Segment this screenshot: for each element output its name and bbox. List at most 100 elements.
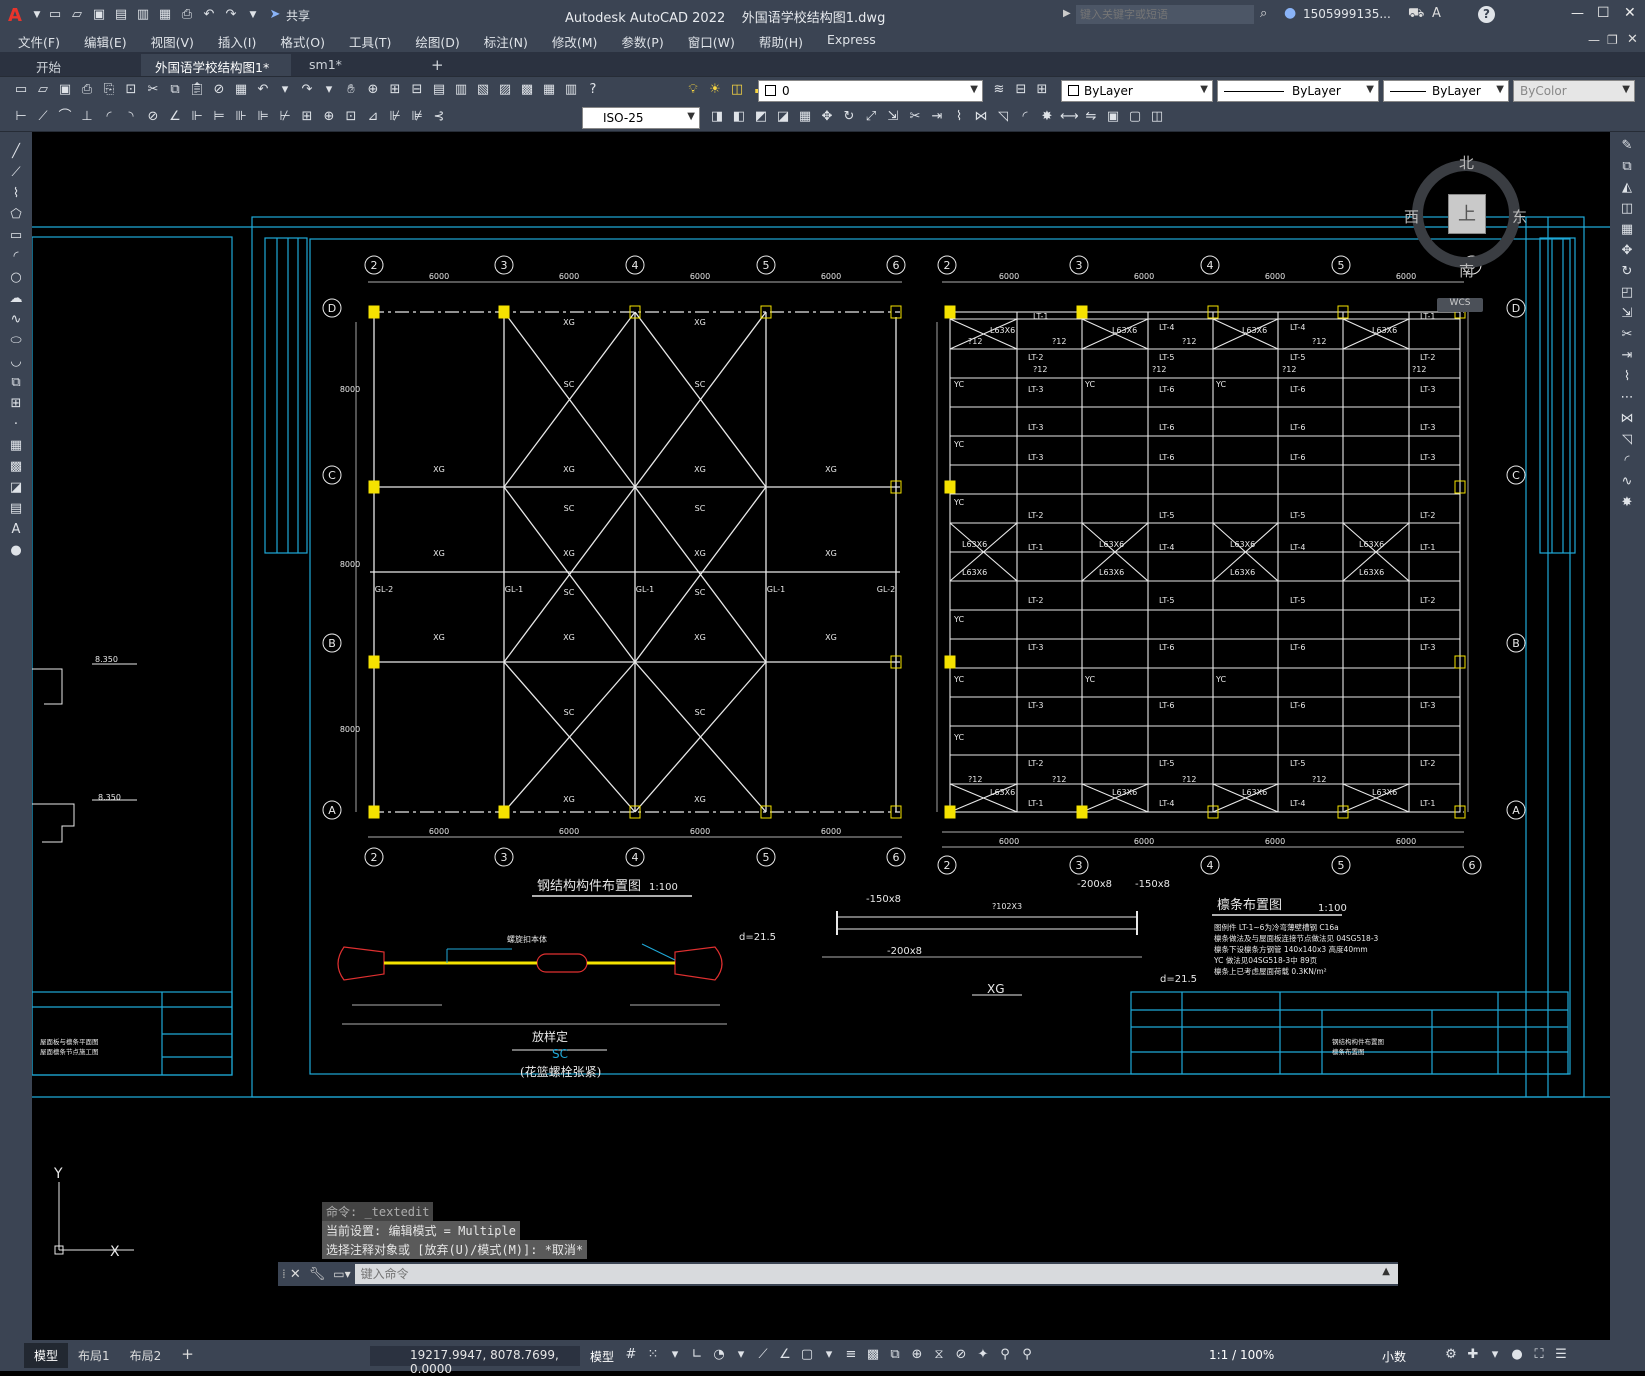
- cmd-prompt-icon[interactable]: ▭▾: [333, 1267, 350, 1281]
- diameter-dim-icon[interactable]: ⊘: [144, 108, 162, 126]
- hatch-icon[interactable]: ▦: [6, 436, 26, 456]
- qnew-icon[interactable]: ▭: [12, 81, 30, 99]
- array-icon[interactable]: ▦: [1617, 220, 1637, 240]
- lineweight-icon[interactable]: ≡: [842, 1346, 860, 1364]
- ungroup-icon[interactable]: ▢: [1126, 108, 1144, 126]
- fillet-icon[interactable]: ◜: [1617, 451, 1637, 471]
- search-input[interactable]: [1076, 5, 1254, 24]
- erase-icon[interactable]: ◨: [708, 108, 726, 126]
- copy-obj-icon[interactable]: ◧: [730, 108, 748, 126]
- mirror-icon[interactable]: ◩: [752, 108, 770, 126]
- offset-icon[interactable]: ◪: [774, 108, 792, 126]
- tab-sm1[interactable]: sm1*: [295, 54, 421, 76]
- menu-item[interactable]: 文件(F): [18, 32, 60, 51]
- user-name[interactable]: 1505999135...: [1303, 7, 1391, 21]
- osnap-menu-icon[interactable]: ▾: [820, 1346, 838, 1364]
- quick-dim-icon[interactable]: ⊩: [188, 108, 206, 126]
- color-dropdown[interactable]: ByLayer ▼: [1061, 80, 1213, 102]
- viewcube-top-face[interactable]: 上: [1448, 194, 1486, 234]
- ellipse-icon[interactable]: ⬭: [6, 331, 26, 351]
- fillet-icon[interactable]: ◜: [1016, 108, 1034, 126]
- menu-item[interactable]: 标注(N): [484, 32, 528, 51]
- layer-previous-icon[interactable]: ⊞: [1033, 81, 1051, 99]
- insert-block-icon[interactable]: ⧉: [6, 373, 26, 393]
- drawing-canvas[interactable]: 2 3 4 5 6 2 3 4 5 6 D C B A 2 3 4 5 6 2 …: [32, 132, 1610, 1340]
- open-file-icon[interactable]: ▱: [68, 6, 86, 24]
- blend-icon[interactable]: ∿: [1617, 472, 1637, 492]
- join-icon[interactable]: ⋈: [972, 108, 990, 126]
- arc-icon[interactable]: ◜: [6, 247, 26, 267]
- menu-item[interactable]: 插入(I): [218, 32, 256, 51]
- snap-menu-icon[interactable]: ▾: [666, 1346, 684, 1364]
- jogged-linear-icon[interactable]: ⊿: [364, 108, 382, 126]
- space-toggle[interactable]: 模型: [590, 1348, 614, 1365]
- tab-layout1[interactable]: 布局1: [68, 1343, 120, 1368]
- extend-icon[interactable]: ⇥: [928, 108, 946, 126]
- publish-icon[interactable]: ⊡: [122, 81, 140, 99]
- menu-item[interactable]: 帮助(H): [759, 32, 803, 51]
- tab-model[interactable]: 模型: [24, 1343, 69, 1368]
- plot-preview-icon[interactable]: ⎘: [100, 81, 118, 99]
- grip-icon[interactable]: ⁞: [282, 1267, 286, 1281]
- zoom-realtime-icon[interactable]: ⊞: [386, 81, 404, 99]
- dyn-ucs-icon[interactable]: ⧖: [930, 1346, 948, 1364]
- polar-menu-icon[interactable]: ▾: [732, 1346, 750, 1364]
- expand-icon[interactable]: ▶: [1063, 8, 1071, 19]
- pan-icon[interactable]: ⊕: [364, 81, 382, 99]
- close-button[interactable]: ✕: [1624, 5, 1636, 21]
- offset-icon[interactable]: ◫: [1617, 199, 1637, 219]
- construction-line-icon[interactable]: ⟋: [6, 163, 26, 183]
- break-icon[interactable]: ⋯: [1617, 388, 1637, 408]
- point-icon[interactable]: ·: [6, 415, 26, 435]
- explode-icon[interactable]: ✸: [1038, 108, 1056, 126]
- osnap-track-icon[interactable]: ∠: [776, 1346, 794, 1364]
- chamfer-icon[interactable]: ◹: [1617, 430, 1637, 450]
- layer-properties-icon[interactable]: ≋: [990, 81, 1008, 99]
- undo-icon[interactable]: ▾: [276, 81, 294, 99]
- align-icon[interactable]: ⇋: [1082, 108, 1100, 126]
- menu-item[interactable]: 参数(P): [621, 32, 663, 51]
- rotate-icon[interactable]: ↻: [840, 108, 858, 126]
- radius-dim-icon[interactable]: ◜: [100, 108, 118, 126]
- copy-icon[interactable]: ⧉: [1617, 157, 1637, 177]
- inspect-icon[interactable]: ⊡: [342, 108, 360, 126]
- minimize-button[interactable]: —: [1571, 6, 1584, 21]
- user-icon[interactable]: ●: [1284, 5, 1296, 21]
- compass-west[interactable]: 西: [1404, 206, 1419, 227]
- tool-palette-icon[interactable]: ▨: [496, 81, 514, 99]
- mtext-icon[interactable]: A: [6, 520, 26, 540]
- command-input[interactable]: [354, 1264, 1398, 1284]
- share-web-icon[interactable]: ▦: [156, 6, 174, 24]
- menu-item[interactable]: 修改(M): [552, 32, 598, 51]
- trim-icon[interactable]: ✂: [1617, 325, 1637, 345]
- add-layout-button[interactable]: +: [171, 1343, 204, 1368]
- cart-icon[interactable]: ⛟: [1408, 6, 1424, 23]
- plot-icon[interactable]: ⎙: [178, 6, 196, 24]
- menu-item[interactable]: 工具(T): [349, 32, 391, 51]
- baseline-dim-icon[interactable]: ⊨: [210, 108, 228, 126]
- snap-icon[interactable]: ⁙: [644, 1346, 662, 1364]
- help-icon[interactable]: ?: [584, 81, 602, 99]
- add-selected-icon[interactable]: ●: [6, 541, 26, 561]
- move-icon[interactable]: ✥: [818, 108, 836, 126]
- menu-item[interactable]: 绘图(D): [415, 32, 459, 51]
- close-cmd-icon[interactable]: ✕: [290, 1267, 301, 1282]
- grid-icon[interactable]: #: [622, 1346, 640, 1364]
- annotation-monitor-icon[interactable]: ✚: [1464, 1346, 1482, 1364]
- share-icon[interactable]: ➤: [266, 6, 284, 24]
- units-dropdown[interactable]: 小数: [1382, 1348, 1406, 1365]
- compass-south[interactable]: 南: [1459, 260, 1474, 281]
- gradient-icon[interactable]: ▩: [6, 457, 26, 477]
- annotation-scale[interactable]: 1:1 / 100%: [1209, 1348, 1274, 1362]
- osnap-icon[interactable]: ▢: [798, 1346, 816, 1364]
- sheet-set-icon[interactable]: ▩: [518, 81, 536, 99]
- markup-icon[interactable]: ▦: [540, 81, 558, 99]
- cmd-history-arrow-icon[interactable]: ▲: [1382, 1266, 1390, 1277]
- break-dim-icon[interactable]: ⊬: [276, 108, 294, 126]
- tolerance-icon[interactable]: ⊞: [298, 108, 316, 126]
- spline-icon[interactable]: ∿: [6, 310, 26, 330]
- undo-list-icon[interactable]: ↷: [298, 81, 316, 99]
- revision-cloud-icon[interactable]: ☁: [6, 289, 26, 309]
- lengthen-icon[interactable]: ⟷: [1060, 108, 1079, 126]
- new-file-icon[interactable]: ▭: [46, 6, 64, 24]
